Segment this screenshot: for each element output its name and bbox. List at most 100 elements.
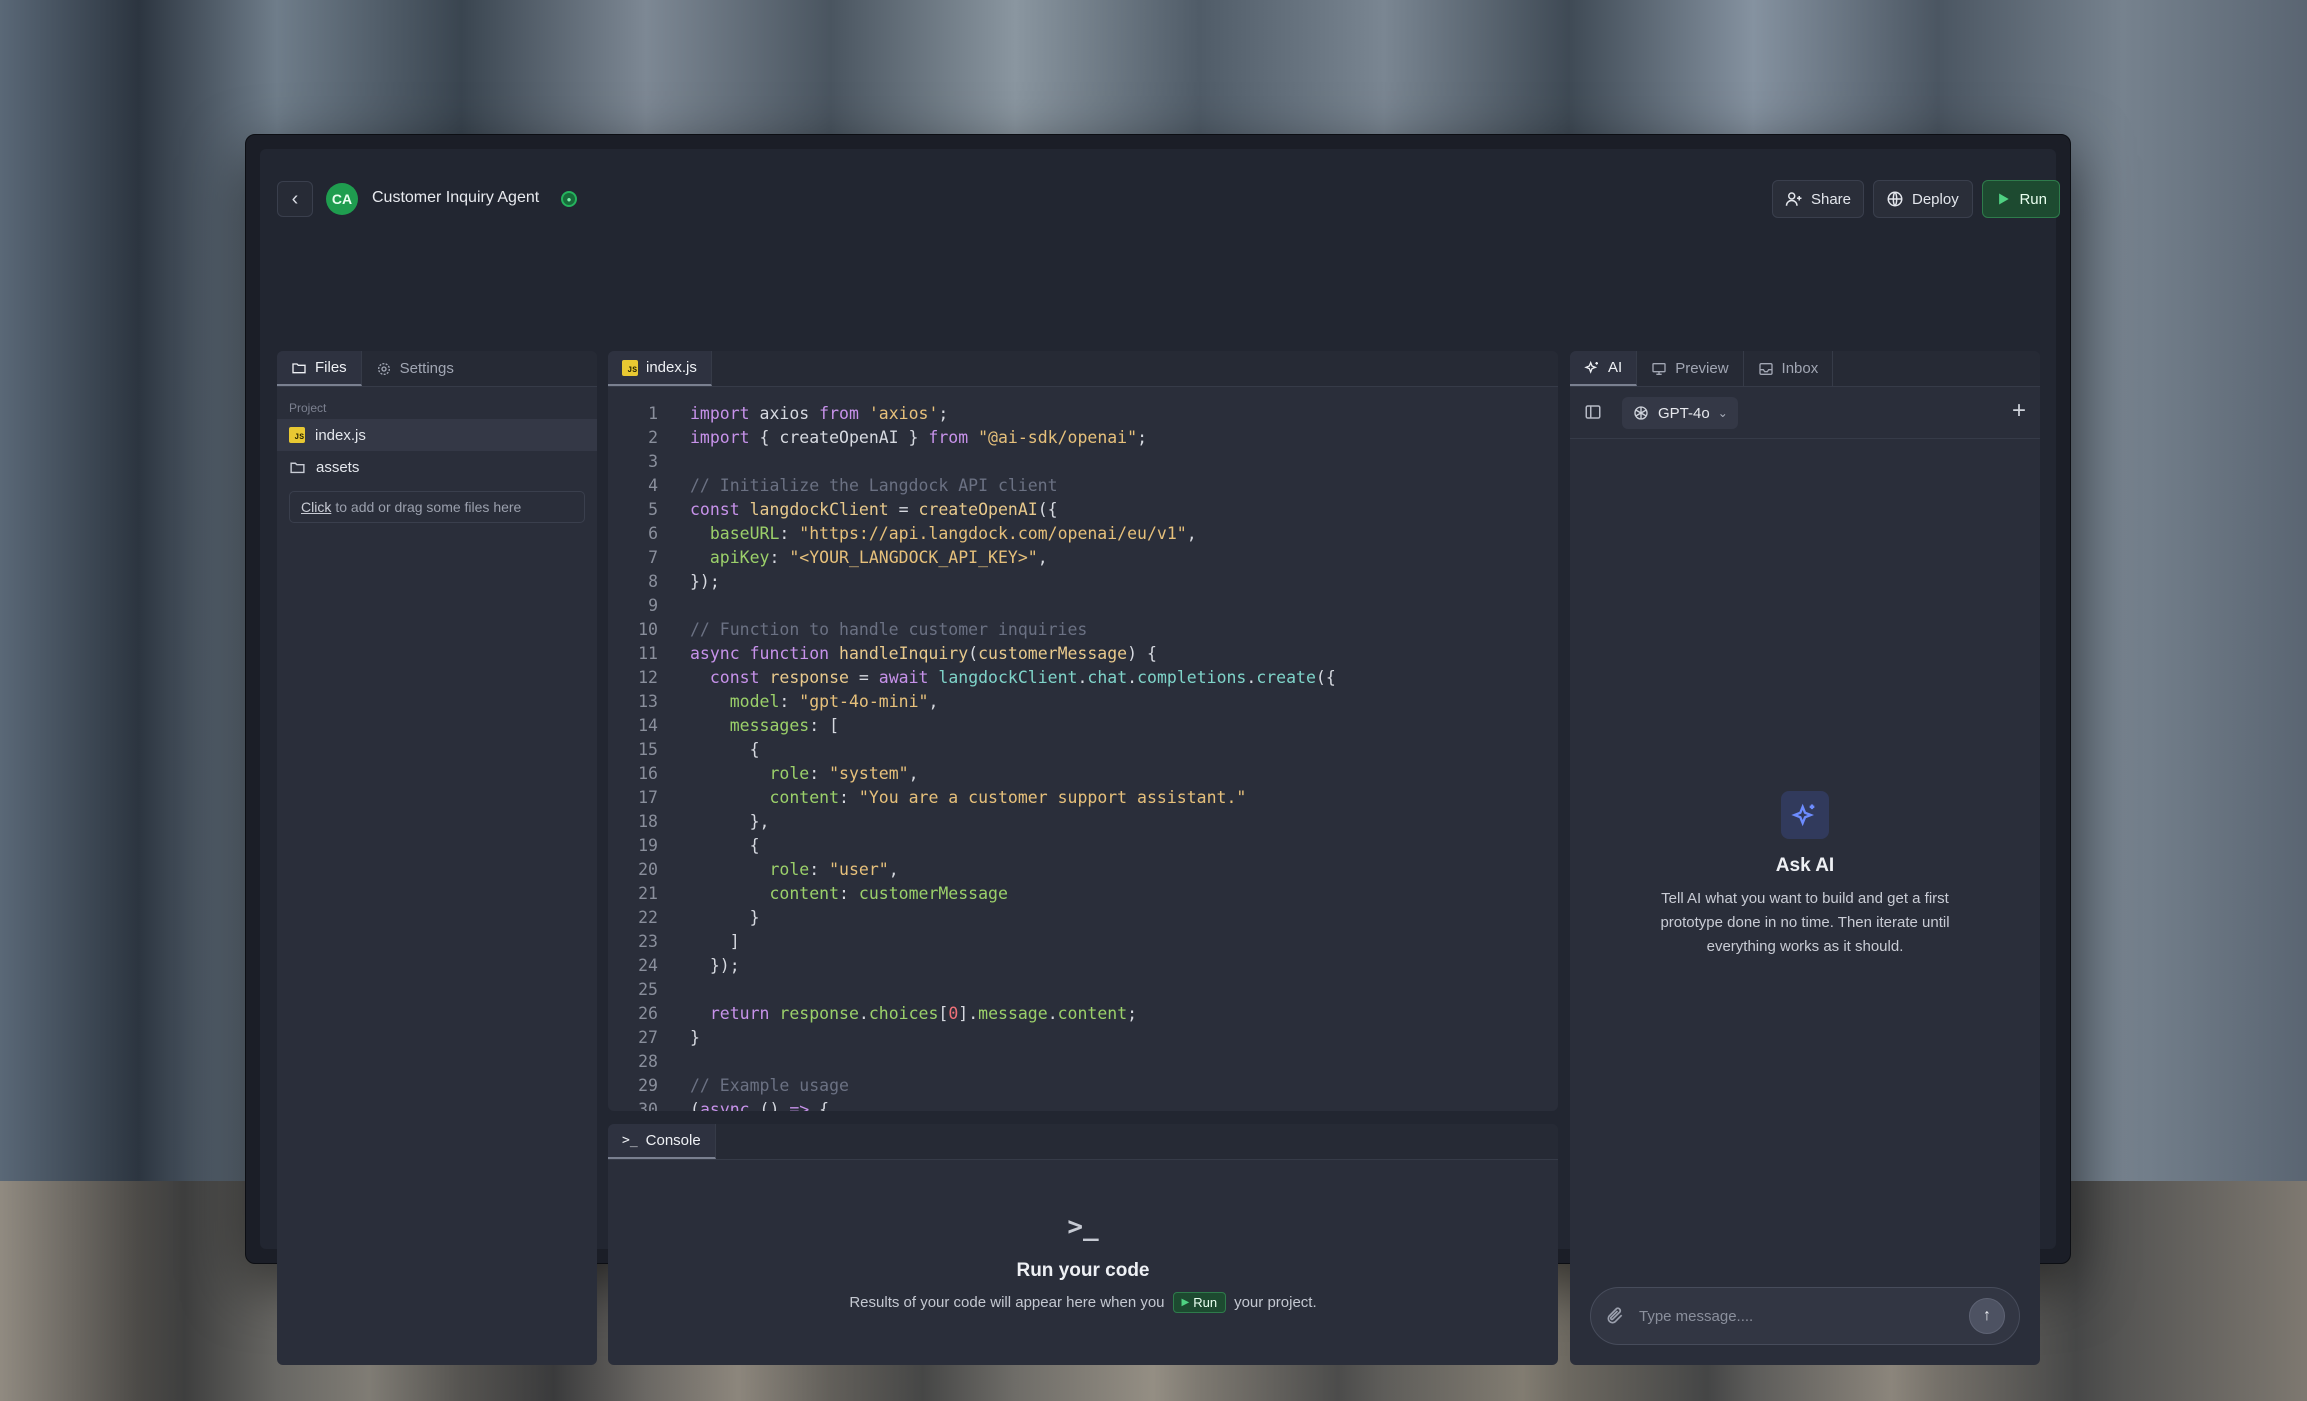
code-token: .: [1077, 667, 1088, 687]
code-token: completions: [1137, 667, 1247, 687]
code-token: ) {: [1127, 643, 1157, 663]
line-number: 16: [638, 763, 658, 783]
code-token: (: [690, 1099, 700, 1112]
tab-preview[interactable]: Preview: [1637, 351, 1744, 386]
openai-icon: [1634, 406, 1648, 420]
message-input[interactable]: [1639, 1307, 1969, 1325]
code-line: 20 role: "user",: [608, 857, 1558, 881]
tab-inbox[interactable]: Inbox: [1744, 351, 1834, 386]
section-label: Project: [289, 401, 327, 415]
tab-settings[interactable]: Settings: [362, 351, 468, 386]
folder-icon: [290, 462, 305, 473]
code-token: ,: [928, 691, 939, 711]
code-line: 26 return response.choices[0].message.co…: [608, 1001, 1558, 1025]
line-number: 15: [638, 739, 658, 759]
line-number: 5: [648, 499, 658, 519]
back-button[interactable]: ‹: [277, 181, 313, 217]
code-line: 13 model: "gpt-4o-mini",: [608, 689, 1558, 713]
line-content: apiKey: "<YOUR_LANGDOCK_API_KEY>",: [658, 548, 1048, 567]
inline-run-button[interactable]: ▶ Run: [1172, 1292, 1227, 1313]
upload-link[interactable]: Click: [301, 499, 331, 515]
line-number: 28: [638, 1051, 658, 1071]
app-window: ‹ CA Customer Inquiry Agent ● Share Depl…: [245, 134, 2071, 1365]
code-token: ;: [1137, 427, 1147, 447]
terminal-icon: >_: [1067, 1212, 1099, 1242]
code-line: 17 content: "You are a customer support …: [608, 785, 1558, 809]
line-number: 21: [638, 883, 658, 903]
code-token: role: [769, 859, 810, 879]
sidebar-toggle-icon[interactable]: [1584, 403, 1602, 421]
line-number: 27: [638, 1027, 658, 1047]
line-content: ]: [658, 932, 740, 951]
code-token: "<YOUR_LANGDOCK_API_KEY>": [789, 547, 1038, 567]
code-token: :: [779, 523, 800, 543]
line-content: (async () => {: [658, 1100, 829, 1112]
new-chat-button[interactable]: +: [2012, 399, 2026, 423]
send-button[interactable]: ↑: [1969, 1298, 2005, 1334]
deploy-label: Deploy: [1912, 190, 1959, 208]
code-token: 'axios': [868, 403, 939, 423]
top-header: ‹ CA Customer Inquiry Agent ● Share Depl…: [260, 149, 2060, 231]
code-token: baseURL: [709, 523, 780, 543]
code-line: 10 // Function to handle customer inquiri…: [608, 617, 1558, 641]
tab-ai[interactable]: AI: [1570, 351, 1638, 386]
code-token: ({: [1037, 499, 1058, 519]
tab-console[interactable]: >_ Console: [608, 1124, 716, 1159]
line-number: 13: [638, 691, 658, 711]
paperclip-icon[interactable]: [1605, 1306, 1625, 1326]
sparkle-icon: [1781, 791, 1829, 839]
console-tabbar: >_ Console: [608, 1124, 1558, 1160]
file-item-index-js[interactable]: JS index.js: [277, 419, 597, 451]
agent-avatar: CA: [326, 183, 358, 215]
code-token: apiKey: [709, 547, 770, 567]
line-number: 10: [638, 619, 658, 639]
tab-inbox-label: Inbox: [1781, 360, 1819, 377]
deploy-button[interactable]: Deploy: [1873, 180, 1973, 218]
code-area[interactable]: 1 import axios from 'axios'; 2 import { cre…: [608, 401, 1558, 1112]
code-line: 1 import axios from 'axios';: [608, 401, 1558, 425]
tab-files-label: Files: [315, 359, 347, 376]
ai-toolbar: GPT-4o ⌄ +: [1570, 387, 2040, 439]
code-line: 24 });: [608, 953, 1558, 977]
code-token: =: [888, 499, 919, 519]
code-token: {: [690, 835, 760, 855]
file-item-assets[interactable]: assets: [277, 451, 597, 483]
model-name: GPT-4o: [1658, 404, 1710, 422]
upload-dropzone[interactable]: Click to add or drag some files here: [289, 491, 585, 523]
code-line: 14 messages: [: [608, 713, 1558, 737]
line-content: });: [658, 956, 740, 975]
line-content: content: "You are a customer support ass…: [658, 788, 1246, 807]
code-token: :: [839, 787, 859, 807]
code-token: // Initialize the Langdock API client: [690, 475, 1058, 495]
line-number: 6: [648, 523, 658, 543]
share-button[interactable]: Share: [1772, 180, 1864, 218]
line-content: role: "user",: [658, 859, 898, 879]
code-token: ].: [958, 1003, 979, 1023]
code-token: choices: [868, 1003, 939, 1023]
line-content: // Initialize the Langdock API client: [658, 476, 1058, 495]
model-select[interactable]: GPT-4o ⌄: [1622, 397, 1738, 429]
code-token: response: [779, 1003, 859, 1023]
code-token: "user": [829, 859, 889, 879]
line-content: {: [658, 836, 760, 855]
code-token: async function: [690, 643, 830, 663]
run-button[interactable]: Run: [1982, 180, 2060, 218]
line-content: role: "system",: [658, 764, 918, 783]
tab-files[interactable]: Files: [277, 351, 362, 386]
code-line: 5 const langdockClient = createOpenAI({: [608, 497, 1558, 521]
code-token: ,: [1186, 523, 1197, 543]
code-token: axios: [749, 403, 820, 423]
code-line: 30 (async () => {: [608, 1097, 1558, 1112]
line-number: 26: [638, 1003, 658, 1023]
tab-index-js[interactable]: JS index.js: [608, 351, 712, 386]
